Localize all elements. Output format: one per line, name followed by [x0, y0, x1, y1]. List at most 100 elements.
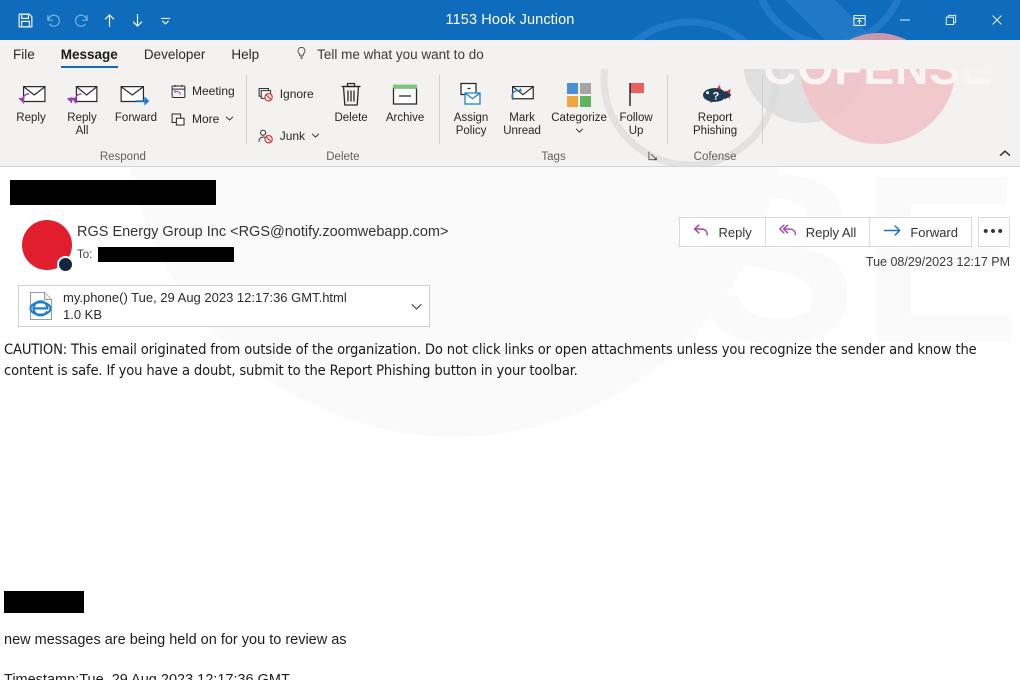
- ribbon-reply-button[interactable]: Reply: [6, 74, 56, 140]
- tab-developer[interactable]: Developer: [131, 42, 219, 69]
- reply-icon: [15, 78, 47, 112]
- tell-me-label: Tell me what you want to do: [317, 47, 484, 62]
- close-icon[interactable]: [974, 0, 1020, 40]
- svg-text:?: ?: [713, 90, 720, 102]
- ribbon-assign-policy-label: Assign Policy: [453, 112, 489, 137]
- tab-file[interactable]: File: [0, 42, 48, 69]
- lightbulb-icon: [294, 45, 309, 64]
- ribbon-follow-up-label: Follow Up: [619, 112, 653, 137]
- chevron-down-icon: [575, 126, 584, 139]
- tell-me-search[interactable]: Tell me what you want to do: [272, 45, 484, 69]
- recipient-redacted: [98, 247, 235, 262]
- ribbon-reply-label: Reply: [16, 112, 46, 124]
- tab-help[interactable]: Help: [218, 42, 272, 69]
- body-greeting-redacted: [4, 591, 84, 613]
- quick-access-toolbar: [0, 7, 178, 33]
- message-timestamp: Tue 08/29/2023 12:17 PM: [865, 255, 1010, 269]
- attachment-text: my.phone() Tue, 29 Aug 2023 12:17:36 GMT…: [63, 289, 403, 323]
- redo-icon[interactable]: [68, 7, 94, 33]
- reply-all-button[interactable]: Reply All: [764, 217, 871, 247]
- internet-explorer-html-file-icon: [19, 291, 63, 321]
- meeting-icon: [168, 81, 188, 101]
- ribbon-mark-unread-button[interactable]: Mark Unread: [497, 74, 547, 140]
- ribbon-more-label: More: [192, 112, 220, 126]
- chevron-down-icon[interactable]: [403, 300, 429, 313]
- chevron-down-icon: [311, 129, 320, 143]
- tab-message[interactable]: Message: [48, 42, 131, 69]
- customize-quick-access-toolbar-icon[interactable]: [152, 7, 178, 33]
- ribbon-junk-label: Junk: [279, 129, 306, 143]
- ribbon-group-delete-label: Delete: [326, 150, 360, 163]
- attachment-item[interactable]: my.phone() Tue, 29 Aug 2023 12:17:36 GMT…: [18, 285, 430, 327]
- reply-button-label: Reply: [718, 224, 752, 240]
- ribbon-tab-bar: File Message Developer Help Tell me what…: [0, 40, 1020, 69]
- reply-button[interactable]: Reply: [679, 217, 766, 247]
- collapse-ribbon-icon[interactable]: [996, 144, 1014, 162]
- ribbon-group-respond-label: Respond: [99, 150, 146, 163]
- ignore-icon: [256, 84, 276, 104]
- forward-icon: [119, 78, 153, 112]
- reply-all-icon: [778, 223, 798, 241]
- ribbon-assign-policy-button[interactable]: Assign Policy: [446, 74, 496, 140]
- ribbon-group-cofense: ? Report Phishing Cofense: [668, 69, 762, 166]
- ribbon: COFENSE Reply: [0, 69, 1020, 167]
- message-action-bar: Reply Reply All Forward •••: [679, 217, 1010, 247]
- minimize-icon[interactable]: [882, 0, 928, 40]
- avatar[interactable]: [22, 220, 76, 274]
- ribbon-categorize-button[interactable]: Categorize: [548, 74, 610, 140]
- ribbon-reply-all-label: Reply All: [67, 112, 97, 137]
- respond-small-buttons: Meeting More: [165, 74, 240, 132]
- forward-button[interactable]: Forward: [869, 217, 972, 247]
- report-phishing-fish-icon: ?: [697, 78, 733, 112]
- delete-small-buttons: Ignore Junk: [253, 74, 325, 149]
- ribbon-report-phishing-label: Report Phishing: [693, 112, 738, 137]
- ribbon-group-cofense-label: Cofense: [693, 150, 737, 163]
- reply-all-icon: [66, 78, 98, 112]
- forward-button-label: Forward: [910, 224, 958, 240]
- assign-policy-icon: [456, 78, 486, 112]
- mark-unread-icon: [507, 78, 537, 112]
- categorize-icon: [565, 78, 593, 112]
- ribbon-forward-button[interactable]: Forward: [108, 74, 164, 140]
- ribbon-archive-button[interactable]: Archive: [377, 74, 433, 140]
- undo-icon[interactable]: [40, 7, 66, 33]
- svg-text:COFENSE: COFENSE: [763, 69, 992, 94]
- ribbon-archive-label: Archive: [385, 112, 425, 124]
- next-item-icon[interactable]: [124, 7, 150, 33]
- ribbon-delete-label: Delete: [334, 112, 368, 124]
- title-bar: 1153 Hook Junction: [0, 0, 1020, 40]
- archive-icon: [390, 78, 420, 112]
- tags-dialog-launcher-icon[interactable]: [648, 151, 659, 162]
- more-items-icon: [168, 109, 188, 129]
- ribbon-follow-up-button[interactable]: Follow Up: [611, 74, 661, 140]
- ribbon-meeting-button[interactable]: Meeting: [165, 78, 240, 104]
- ribbon-more-button[interactable]: More: [165, 106, 240, 132]
- sender-address: RGS Energy Group Inc <RGS@notify.zoomweb…: [77, 224, 449, 240]
- outlook-message-window: 1153 Hook Junction File Message Develope…: [0, 0, 1020, 680]
- ribbon-report-phishing-button[interactable]: ? Report Phishing: [682, 74, 748, 140]
- ribbon-group-respond: Reply Reply All Forward Meeting More Res…: [0, 69, 246, 166]
- save-icon[interactable]: [12, 7, 38, 33]
- window-controls: [836, 0, 1020, 40]
- trash-icon: [338, 78, 364, 112]
- ribbon-mark-unread-label: Mark Unread: [503, 112, 541, 137]
- ribbon-display-options-icon[interactable]: [836, 0, 882, 40]
- reply-all-button-label: Reply All: [805, 224, 857, 240]
- ribbon-reply-all-button[interactable]: Reply All: [57, 74, 107, 140]
- presence-indicator-icon: [57, 256, 74, 273]
- more-actions-button[interactable]: •••: [978, 217, 1010, 247]
- restore-icon[interactable]: [928, 0, 974, 40]
- ribbon-junk-button[interactable]: Junk: [253, 123, 325, 149]
- ribbon-group-delete: Ignore Junk Delete Archive Delete: [247, 69, 439, 166]
- tags-label-text: Tags: [541, 150, 566, 163]
- previous-item-icon[interactable]: [96, 7, 122, 33]
- body-line-2: Timestamp:Tue, 29 Aug 2023 12:17:36 GMT …: [4, 672, 290, 680]
- ribbon-divider: [762, 75, 764, 144]
- ribbon-delete-button[interactable]: Delete: [326, 74, 376, 140]
- ribbon-forward-label: Forward: [114, 112, 158, 124]
- reply-icon: [693, 223, 710, 241]
- ribbon-group-tags: Assign Policy Mark Unread Categorize Fol…: [440, 69, 667, 166]
- recipient-row: To:: [77, 247, 235, 262]
- chevron-down-icon: [225, 112, 234, 126]
- ribbon-ignore-button[interactable]: Ignore: [253, 81, 325, 107]
